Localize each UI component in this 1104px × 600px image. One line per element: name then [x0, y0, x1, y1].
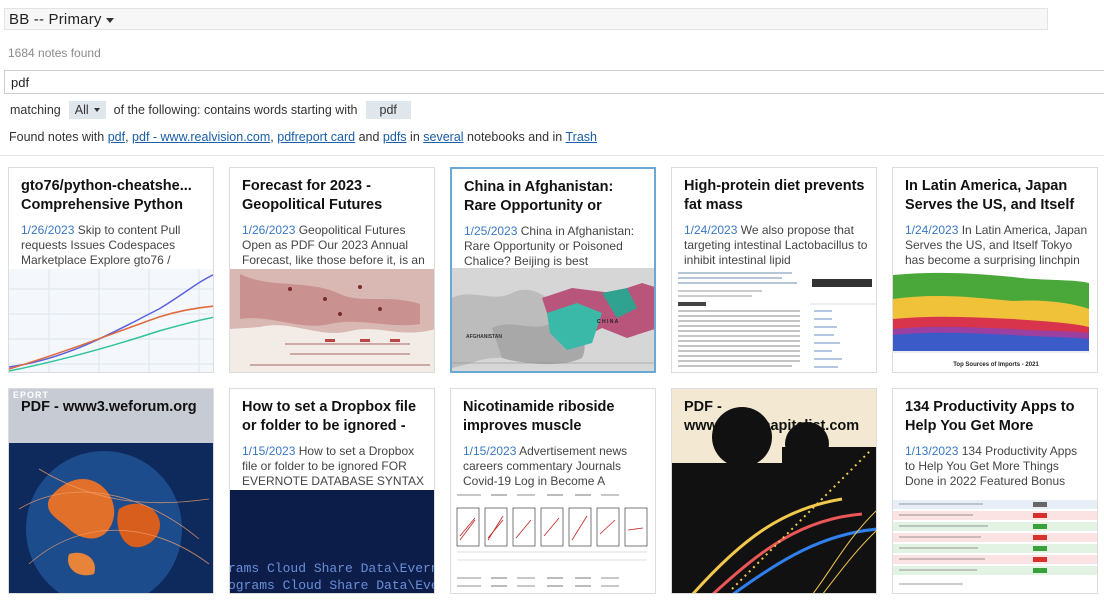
tag-link-pdf[interactable]: pdf — [108, 130, 125, 144]
divider — [0, 155, 1104, 156]
note-thumbnail: Top Sources of Imports - 2021 — [893, 269, 1097, 372]
note-title: China in Afghanistan: Rare Opportunity o… — [464, 179, 614, 214]
match-scope-dropdown[interactable]: All — [68, 101, 106, 119]
tag-link-realvision[interactable]: pdf - www.realvision.com — [132, 130, 270, 144]
note-thumbnail: EPORT — [9, 389, 213, 593]
tag-link-pdfs[interactable]: pdfs — [383, 130, 407, 144]
match-term-chip[interactable]: pdf — [365, 101, 411, 119]
match-scope-value: All — [74, 103, 89, 117]
terminal-line: ograms Cloud Share Data\Everno — [230, 578, 434, 593]
trash-link[interactable]: Trash — [566, 130, 598, 144]
note-card[interactable]: How to set a Dropbox file or folder to b… — [229, 388, 435, 594]
note-title: 134 Productivity Apps to Help You Get Mo… — [905, 399, 1075, 434]
note-date: 1/15/2023 — [242, 444, 296, 458]
chevron-down-icon — [93, 108, 100, 112]
note-title: High-protein diet prevents fat mass — [684, 178, 865, 213]
note-card[interactable]: China in Afghanistan: Rare Opportunity o… — [450, 167, 656, 373]
chart-caption: Top Sources of Imports - 2021 — [953, 362, 1039, 368]
note-snippet: 1/26/2023 Skip to content Pull requests … — [21, 223, 205, 268]
note-thumbnail — [893, 490, 1097, 593]
note-card[interactable]: Nicotinamide riboside improves muscle 1/… — [450, 388, 656, 594]
notebook-title: BB -- Primary — [9, 10, 102, 28]
note-date: 1/24/2023 — [684, 223, 738, 237]
note-snippet: 1/15/2023 How to set a Dropbox file or f… — [242, 444, 426, 489]
note-title: PDF - www.visualcapitalist.com — [684, 399, 860, 434]
separator: , — [125, 130, 129, 144]
note-thumbnail — [230, 269, 434, 372]
note-snippet: 1/15/2023 Advertisement news careers com… — [463, 444, 647, 489]
note-thumbnail: rams Cloud Share Data\Everno ograms Clou… — [230, 490, 434, 593]
note-thumbnail — [9, 269, 213, 372]
note-snippet: 1/25/2023 China in Afghanistan: Rare Opp… — [464, 224, 646, 269]
note-date: 1/25/2023 — [464, 224, 518, 238]
note-thumbnail: AFGHANISTAN C H I N A — [452, 268, 654, 371]
note-card[interactable]: EPORT PDF - www3.weforum.org — [8, 388, 214, 594]
note-card[interactable]: PDF - www.visualcapitalist.com — [671, 388, 877, 594]
note-snippet: 1/26/2023 Geopolitical Futures Open as P… — [242, 223, 426, 268]
note-date: 1/13/2023 — [905, 444, 959, 458]
in-label: in — [410, 130, 420, 144]
separator: , — [270, 130, 274, 144]
note-title: How to set a Dropbox file or folder to b… — [242, 399, 417, 434]
notebooks-link-several[interactable]: several — [423, 130, 463, 144]
match-condition-label: of the following: contains words startin… — [113, 103, 358, 117]
found-notes-summary: Found notes with pdf, pdf - www.realvisi… — [9, 130, 597, 144]
map-label: C H I N A — [597, 319, 619, 325]
results-count: 1684 notes found — [8, 46, 101, 60]
notebook-selector[interactable]: BB -- Primary — [4, 8, 1048, 30]
note-snippet: 1/24/2023 In Latin America, Japan Serves… — [905, 223, 1089, 268]
terminal-line: rams Cloud Share Data\Everno — [230, 561, 434, 576]
note-snippet: 1/13/2023 134 Productivity Apps to Help … — [905, 444, 1089, 489]
map-label: AFGHANISTAN — [466, 334, 502, 340]
note-card[interactable]: In Latin America, Japan Serves the US, a… — [892, 167, 1098, 373]
note-title: In Latin America, Japan Serves the US, a… — [905, 178, 1075, 213]
note-date: 1/26/2023 — [21, 223, 75, 237]
note-thumbnail — [672, 269, 876, 372]
matching-label: matching — [10, 103, 61, 117]
note-title: Forecast for 2023 - Geopolitical Futures — [242, 178, 383, 213]
search-input[interactable] — [4, 70, 1104, 94]
note-card[interactable]: gto76/python-cheatshe... Comprehensive P… — [8, 167, 214, 373]
note-thumbnail — [451, 490, 655, 593]
found-prefix: Found notes with — [9, 130, 105, 144]
match-criteria-row: matching All of the following: contains … — [10, 100, 411, 120]
note-title: PDF - www3.weforum.org — [21, 399, 197, 415]
note-card[interactable]: High-protein diet prevents fat mass 1/24… — [671, 167, 877, 373]
note-card[interactable]: 134 Productivity Apps to Help You Get Mo… — [892, 388, 1098, 594]
note-date: 1/26/2023 — [242, 223, 296, 237]
chevron-down-icon — [105, 17, 114, 23]
note-date: 1/15/2023 — [463, 444, 517, 458]
note-card[interactable]: Forecast for 2023 - Geopolitical Futures… — [229, 167, 435, 373]
note-snippet: 1/24/2023 We also propose that targeting… — [684, 223, 868, 268]
note-date: 1/24/2023 — [905, 223, 959, 237]
note-title: Nicotinamide riboside improves muscle — [463, 399, 615, 434]
note-title: gto76/python-cheatshe... Comprehensive P… — [21, 178, 192, 213]
notebooks-label: notebooks and in — [467, 130, 563, 144]
and-label: and — [358, 130, 380, 144]
tag-link-pdfreport-card[interactable]: pdfreport card — [277, 130, 355, 144]
